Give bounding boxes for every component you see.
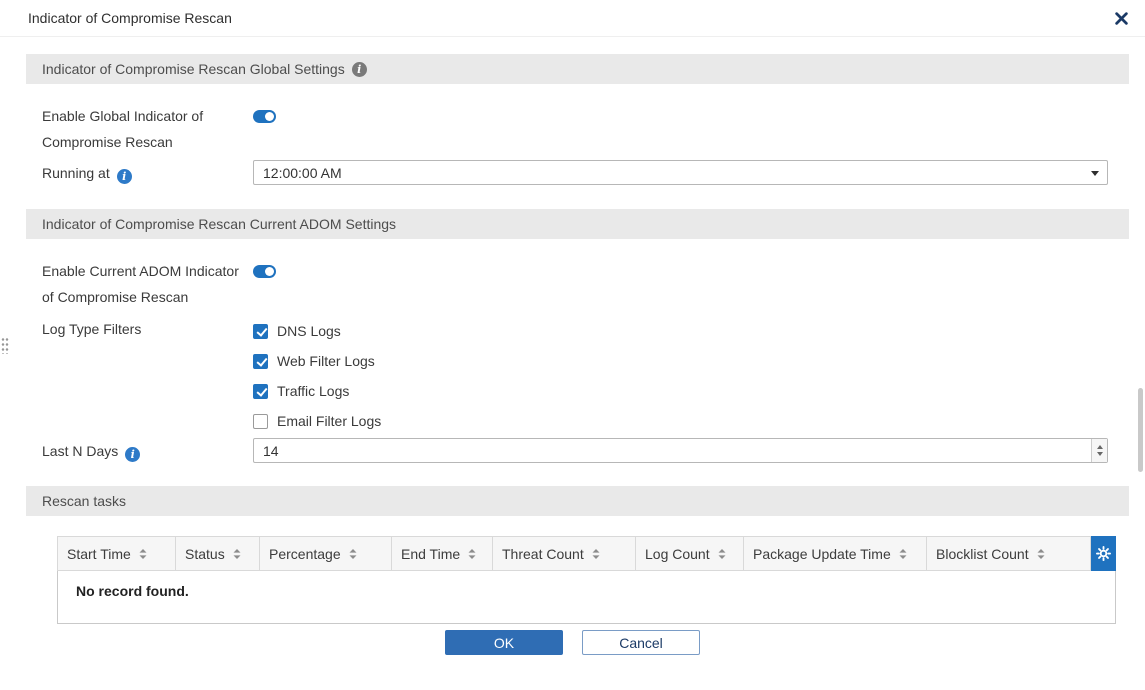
column-label: Package Update Time bbox=[753, 546, 891, 562]
column-label: Threat Count bbox=[502, 546, 584, 562]
log-type-filters-label: Log Type Filters bbox=[42, 316, 253, 436]
running-at-select[interactable]: 12:00:00 AM bbox=[253, 160, 1108, 185]
running-at-label-text: Running at bbox=[42, 165, 110, 181]
cancel-button[interactable]: Cancel bbox=[582, 630, 700, 655]
column-header-threat-count[interactable]: Threat Count bbox=[493, 537, 636, 571]
log-type-filters-row: Log Type Filters DNS Logs Web Filter Log… bbox=[26, 316, 1129, 436]
sort-icon bbox=[232, 548, 242, 560]
column-settings-button[interactable] bbox=[1091, 537, 1116, 571]
checkbox-dns-logs[interactable] bbox=[253, 324, 268, 339]
column-header-status[interactable]: Status bbox=[176, 537, 260, 571]
last-n-days-label-text: Last N Days bbox=[42, 443, 118, 459]
sort-icon bbox=[467, 548, 477, 560]
ioc-rescan-dialog: Indicator of Compromise Rescan Indicator… bbox=[0, 0, 1145, 655]
ok-button[interactable]: OK bbox=[445, 630, 563, 655]
running-at-row: Running at 12:00:00 AM bbox=[26, 160, 1129, 186]
column-header-percentage[interactable]: Percentage bbox=[260, 537, 392, 571]
sort-icon bbox=[1036, 548, 1046, 560]
column-header-start-time[interactable]: Start Time bbox=[58, 537, 176, 571]
enable-global-toggle[interactable] bbox=[253, 110, 276, 123]
checkbox-label-web-filter-logs: Web Filter Logs bbox=[277, 353, 375, 369]
column-header-package-update-time[interactable]: Package Update Time bbox=[744, 537, 927, 571]
sort-icon bbox=[591, 548, 601, 560]
checkbox-label-traffic-logs: Traffic Logs bbox=[277, 383, 349, 399]
section-adom-settings-title: Indicator of Compromise Rescan Current A… bbox=[42, 216, 396, 232]
gear-icon bbox=[1096, 546, 1111, 561]
section-rescan-tasks: Rescan tasks bbox=[26, 486, 1129, 516]
checkbox-web-filter-logs[interactable] bbox=[253, 354, 268, 369]
column-header-log-count[interactable]: Log Count bbox=[636, 537, 744, 571]
section-global-settings: Indicator of Compromise Rescan Global Se… bbox=[26, 54, 1129, 84]
checkbox-option-email-filter-logs[interactable]: Email Filter Logs bbox=[253, 406, 1108, 436]
checkbox-label-email-filter-logs: Email Filter Logs bbox=[277, 413, 381, 429]
number-spinner[interactable] bbox=[1091, 439, 1107, 462]
close-icon[interactable] bbox=[1115, 12, 1128, 25]
checkbox-option-web-filter-logs[interactable]: Web Filter Logs bbox=[253, 346, 1108, 376]
dialog-title: Indicator of Compromise Rescan bbox=[28, 10, 232, 26]
dialog-titlebar: Indicator of Compromise Rescan bbox=[0, 0, 1145, 37]
last-n-days-row: Last N Days bbox=[26, 438, 1129, 464]
enable-adom-label: Enable Current ADOM Indicator of Comprom… bbox=[42, 258, 253, 310]
checkbox-label-dns-logs: DNS Logs bbox=[277, 323, 341, 339]
sort-icon bbox=[348, 548, 358, 560]
running-at-selected-value: 12:00:00 AM bbox=[263, 165, 342, 181]
info-icon[interactable] bbox=[352, 62, 367, 77]
table-header-row: Start Time Status Percentage End Time bbox=[58, 537, 1116, 571]
section-adom-settings: Indicator of Compromise Rescan Current A… bbox=[26, 209, 1129, 239]
enable-adom-toggle[interactable] bbox=[253, 265, 276, 278]
checkbox-email-filter-logs[interactable] bbox=[253, 414, 268, 429]
sort-icon bbox=[138, 548, 148, 560]
enable-adom-row: Enable Current ADOM Indicator of Comprom… bbox=[26, 258, 1129, 310]
info-icon[interactable] bbox=[125, 447, 140, 462]
info-icon[interactable] bbox=[117, 169, 132, 184]
section-global-settings-title: Indicator of Compromise Rescan Global Se… bbox=[42, 61, 345, 77]
last-n-days-label: Last N Days bbox=[42, 438, 253, 464]
checkbox-traffic-logs[interactable] bbox=[253, 384, 268, 399]
rescan-tasks-table: Start Time Status Percentage End Time bbox=[57, 536, 1116, 624]
sort-icon bbox=[898, 548, 908, 560]
column-header-end-time[interactable]: End Time bbox=[392, 537, 493, 571]
column-label: Blocklist Count bbox=[936, 546, 1029, 562]
spinner-up-icon[interactable] bbox=[1097, 445, 1103, 449]
checkbox-option-dns-logs[interactable]: DNS Logs bbox=[253, 316, 1108, 346]
empty-message: No record found. bbox=[58, 571, 1116, 624]
enable-global-label: Enable Global Indicator of Compromise Re… bbox=[42, 103, 253, 155]
table-row: No record found. bbox=[58, 571, 1116, 624]
chevron-down-icon bbox=[1091, 171, 1099, 176]
column-label: End Time bbox=[401, 546, 460, 562]
scrollbar-thumb[interactable] bbox=[1138, 388, 1143, 472]
column-label: Percentage bbox=[269, 546, 341, 562]
running-at-label: Running at bbox=[42, 160, 253, 186]
enable-global-row: Enable Global Indicator of Compromise Re… bbox=[26, 103, 1129, 155]
column-header-blocklist-count[interactable]: Blocklist Count bbox=[927, 537, 1091, 571]
column-label: Start Time bbox=[67, 546, 131, 562]
sort-icon bbox=[717, 548, 727, 560]
checkbox-option-traffic-logs[interactable]: Traffic Logs bbox=[253, 376, 1108, 406]
drag-handle-icon[interactable] bbox=[1, 337, 9, 354]
column-label: Status bbox=[185, 546, 225, 562]
section-rescan-tasks-title: Rescan tasks bbox=[42, 493, 126, 509]
spinner-down-icon[interactable] bbox=[1097, 452, 1103, 456]
dialog-footer: OK Cancel bbox=[0, 630, 1145, 655]
last-n-days-field bbox=[253, 438, 1108, 463]
column-label: Log Count bbox=[645, 546, 710, 562]
last-n-days-input[interactable] bbox=[253, 438, 1108, 463]
